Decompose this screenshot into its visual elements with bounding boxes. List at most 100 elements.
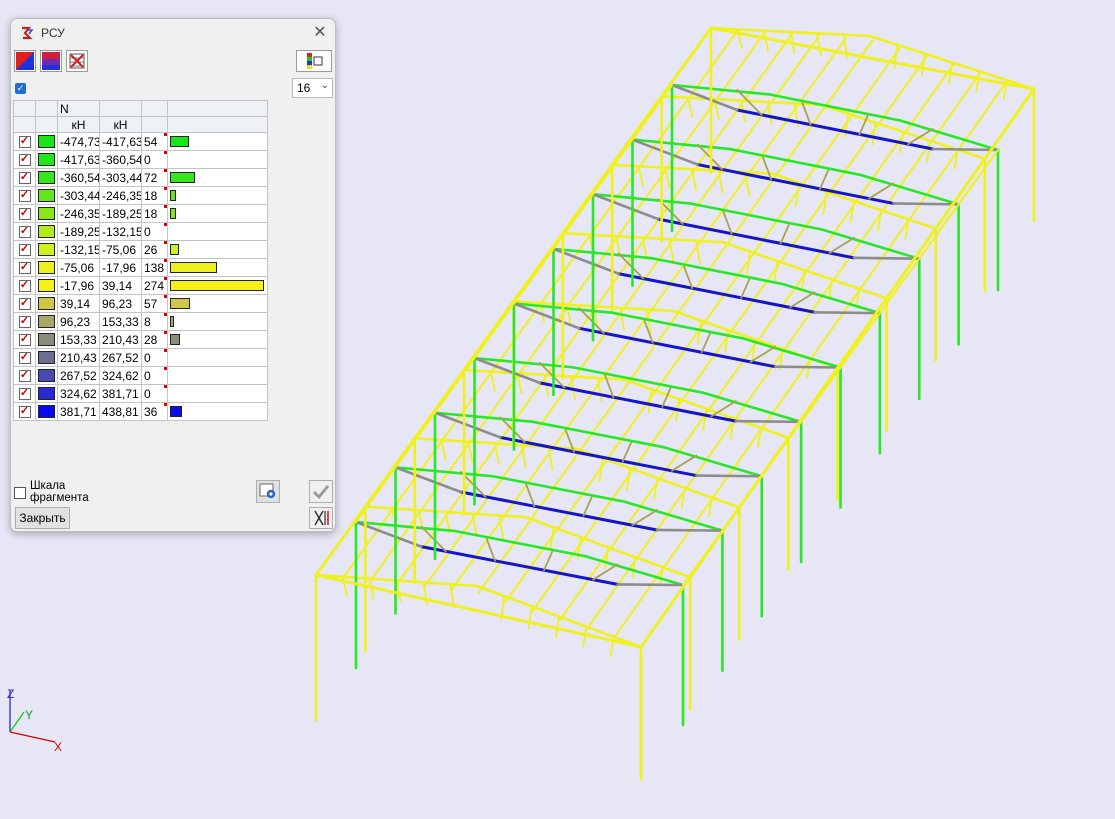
row-visibility-checkbox[interactable]: ✓ [18,370,31,383]
truss-bottom-chord [735,108,935,151]
color-swatch[interactable] [38,387,55,400]
color-swatch[interactable] [38,171,55,184]
header-unit-to: кН [99,116,142,133]
element-count: 0 [144,350,151,365]
row-visibility-checkbox[interactable]: ✓ [18,190,31,203]
table-row[interactable]: ✓ -189,25 -132,15 0 [13,222,268,241]
color-swatch[interactable] [38,225,55,238]
roof-purlin [396,33,793,585]
range-to: 438,81 [99,402,142,421]
color-swatch[interactable] [38,333,55,346]
color-swatch[interactable] [38,279,55,292]
show-scale-checkbox[interactable]: ✓ [15,83,26,94]
range-to: -303,44 [99,168,142,187]
table-row[interactable]: ✓ 381,71 438,81 36 [13,402,268,421]
apply-settings-button[interactable] [256,480,280,503]
row-visibility-checkbox[interactable]: ✓ [18,334,31,347]
truss-end-diagonal [773,365,842,369]
color-swatch[interactable] [38,189,55,202]
row-visibility-checkbox[interactable]: ✓ [18,172,31,185]
range-to: 381,71 [99,384,142,403]
intervals-count-select[interactable]: 16 ⌄ [292,78,333,98]
element-count: 26 [144,242,158,257]
histogram-bar [170,316,174,327]
color-swatch[interactable] [38,405,55,418]
row-visibility-checkbox[interactable]: ✓ [18,136,31,149]
table-row[interactable]: ✓ 96,23 153,33 8 [13,312,268,331]
element-count: 28 [144,332,158,347]
delete-table-button[interactable] [66,50,88,72]
truss-bottom-chord [459,490,659,532]
color-swatch[interactable] [38,135,55,148]
color-swatch[interactable] [38,351,55,364]
row-visibility-checkbox[interactable]: ✓ [18,298,31,311]
fragment-scale-checkbox[interactable] [14,487,26,499]
table-row[interactable]: ✓ -303,44 -246,35 18 [13,186,268,205]
truss-top-chord [610,311,744,340]
row-visibility-checkbox[interactable]: ✓ [18,280,31,293]
roof-web [773,260,779,284]
row-visibility-checkbox[interactable]: ✓ [18,226,31,239]
histogram-bar [170,334,180,345]
table-row[interactable]: ✓ -474,73 -417,63 54 [13,132,268,151]
row-visibility-checkbox[interactable]: ✓ [18,154,31,167]
color-scale-button[interactable] [14,50,36,72]
range-from: 96,23 [57,312,100,331]
range-from: -303,44 [57,186,100,205]
confirm-button[interactable] [309,480,333,503]
row-visibility-checkbox[interactable]: ✓ [18,316,31,329]
truss-web [543,550,554,572]
truss-web [485,538,496,562]
roof-web [702,407,708,431]
color-swatch[interactable] [38,297,55,310]
color-swatch[interactable] [38,315,55,328]
truss-web [582,496,593,517]
palette-settings-button[interactable] [296,50,332,72]
app-logo-icon [22,26,34,40]
table-row[interactable]: ✓ 210,43 267,52 0 [13,348,268,367]
element-count: 138 [144,260,165,275]
table-row[interactable]: ✓ -132,15 -75,06 26 [13,240,268,259]
roof-purlin [369,31,766,582]
row-visibility-checkbox[interactable]: ✓ [18,388,31,401]
truss-web [868,182,895,200]
color-swatch[interactable] [38,369,55,382]
histogram-bar [170,298,190,309]
title-bar[interactable]: РСУ ✕ [11,19,335,47]
roof-web [653,477,659,500]
cancel-filter-button[interactable] [309,507,333,529]
truss-web [621,441,632,463]
color-swatch[interactable] [38,243,55,256]
color-swatch[interactable] [38,207,55,220]
range-to: 39,14 [99,276,142,295]
color-swatch[interactable] [38,153,55,166]
roof-web [582,625,588,648]
delete-table-icon [69,53,85,69]
row-visibility-checkbox[interactable]: ✓ [18,262,31,275]
table-row[interactable]: ✓ 39,14 96,23 57 [13,294,268,313]
table-row[interactable]: ✓ -417,63 -360,54 0 [13,150,268,169]
truss-end-diagonal [655,528,724,532]
range-from: 381,71 [57,402,100,421]
table-row[interactable]: ✓ 153,33 210,43 28 [13,330,268,349]
table-row[interactable]: ✓ -246,35 -189,25 18 [13,204,268,223]
table-row[interactable]: ✓ -17,96 39,14 274 [13,276,268,295]
close-button[interactable]: Закрыть [15,507,70,529]
truss-top-chord [650,256,784,286]
row-visibility-checkbox[interactable]: ✓ [18,244,31,257]
row-visibility-checkbox[interactable]: ✓ [18,352,31,365]
table-row[interactable]: ✓ -75,06 -17,96 138 [13,258,268,277]
table-row[interactable]: ✓ -360,54 -303,44 72 [13,168,268,187]
row-visibility-checkbox[interactable]: ✓ [18,208,31,221]
table-row[interactable]: ✓ 324,62 381,71 0 [13,384,268,403]
fragment-scale-label-line1: Шкала [30,480,66,492]
range-from: -132,15 [57,240,100,259]
close-icon[interactable]: ✕ [311,24,329,42]
row-visibility-checkbox[interactable]: ✓ [18,406,31,419]
gradient-scale-button[interactable] [40,50,62,72]
range-from: 210,43 [57,348,100,367]
range-from: 267,52 [57,366,100,385]
truss-web [762,156,773,181]
color-swatch[interactable] [38,261,55,274]
table-row[interactable]: ✓ 267,52 324,62 0 [13,366,268,385]
